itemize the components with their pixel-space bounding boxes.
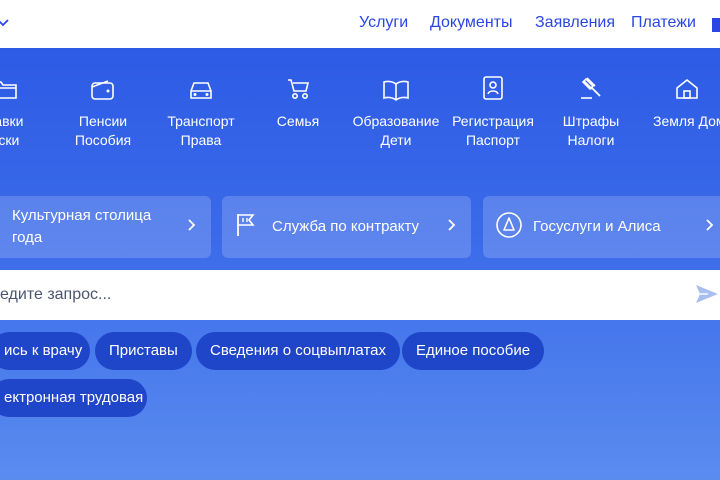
card-label: Культурная столица года (12, 207, 152, 246)
chip-social-payments[interactable]: Сведения о соцвыплатах (196, 332, 400, 370)
category-transport[interactable]: Транспорт Права (146, 76, 256, 150)
folder-icon (0, 77, 19, 106)
passport-icon (482, 75, 504, 106)
top-navigation: Услуги Документы Заявления Платежи (0, 14, 720, 36)
nav-documents[interactable]: Документы (430, 14, 512, 32)
category-pensions[interactable]: Пенсии Пособия (48, 76, 158, 150)
card-contract-service[interactable]: Служба по контракту (222, 196, 471, 258)
category-sublabel: Права (180, 132, 222, 148)
category-sublabel: Паспорт (465, 132, 521, 148)
category-label: Штрафы (562, 113, 620, 129)
category-registration[interactable]: Регистрация Паспорт (438, 76, 548, 150)
stroller-icon (285, 77, 311, 106)
category-label: Образование (352, 113, 440, 129)
wallet-icon (90, 79, 116, 106)
search-input[interactable] (0, 270, 660, 320)
category-sublabel: Дети (380, 132, 412, 148)
category-land-house[interactable]: Земля Дом (635, 76, 720, 131)
car-icon (187, 79, 215, 106)
category-sublabel: Пособия (74, 132, 132, 148)
card-label: Служба по контракту (272, 218, 420, 235)
card-gosuslugi-alice[interactable]: Госуслуги и Алиса (483, 196, 720, 258)
card-culture-capital[interactable]: Культурная столица года (0, 196, 211, 258)
book-icon (382, 79, 410, 106)
chevron-right-icon (447, 218, 457, 236)
chevron-right-icon (187, 218, 197, 236)
card-label: Госуслуги и Алиса (533, 218, 661, 235)
nav-payments[interactable]: Платежи (631, 14, 696, 32)
top-bar: Услуги Документы Заявления Платежи (0, 0, 720, 48)
gavel-icon (578, 75, 604, 106)
chip-unified-allowance[interactable]: Единое пособие (402, 332, 545, 370)
category-family[interactable]: Семья (243, 76, 353, 131)
nav-applications[interactable]: Заявления (535, 14, 615, 32)
alice-icon (495, 211, 523, 243)
search-bar (0, 270, 720, 320)
flag-icon (234, 212, 258, 242)
category-education[interactable]: Образование Дети (341, 76, 451, 150)
chip-electronic-workbook[interactable]: ектронная трудовая (0, 379, 147, 417)
category-fines[interactable]: Штрафы Налоги (536, 76, 646, 150)
house-icon (674, 77, 700, 106)
category-label: Регистрация (452, 113, 534, 129)
chevron-right-icon (705, 218, 715, 236)
send-icon[interactable] (694, 282, 720, 311)
category-label: Пенсии (78, 113, 128, 129)
chip-bailiffs[interactable]: Приставы (95, 332, 192, 370)
category-label: Земля Дом (653, 113, 720, 129)
hero-section: равки иски Пенсии Пособия Транспорт Прав… (0, 48, 720, 480)
chip-doctor-appointment[interactable]: ись к врачу (0, 332, 90, 370)
category-sublabel: Налоги (567, 132, 615, 148)
category-label: Транспорт (167, 113, 235, 129)
category-label: Семья (276, 113, 320, 129)
nav-overflow-marker (712, 18, 720, 32)
nav-services[interactable]: Услуги (359, 14, 408, 32)
